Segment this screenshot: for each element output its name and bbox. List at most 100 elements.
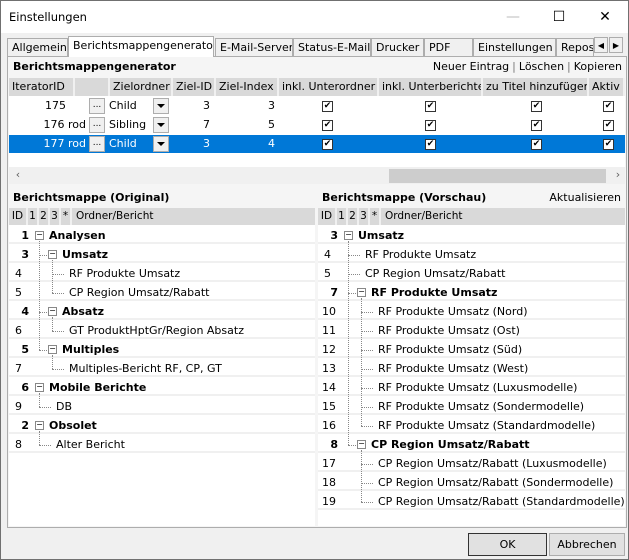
col-level-3[interactable]: 3	[359, 208, 370, 225]
col-level-2[interactable]: 2	[348, 208, 359, 225]
tab-drucker[interactable]: Drucker	[371, 38, 424, 57]
col-level-1[interactable]: 1	[28, 208, 39, 225]
tree-folder-row[interactable]: 5 − Multiples	[9, 341, 315, 358]
tab-einstellungen[interactable]: Einstellungen	[473, 38, 556, 57]
grid-row[interactable]: 175 ... Child 3 3 ✔ ✔ ✔ ✔	[9, 97, 625, 115]
zielordner-dropdown[interactable]	[153, 98, 169, 114]
tree-report-row[interactable]: 10 RF Produkte Umsatz (Nord)	[318, 303, 625, 320]
zielordner-value[interactable]: Sibling	[106, 116, 154, 134]
delete-link[interactable]: Löschen	[519, 60, 564, 73]
cancel-button[interactable]: Abbrechen	[549, 533, 625, 556]
aktiv-checkbox[interactable]: ✔	[603, 101, 614, 112]
zu-titel-checkbox[interactable]: ✔	[531, 120, 542, 131]
tree-report-row[interactable]: 19 CP Region Umsatz/Rabatt (Standardmodel…	[318, 493, 625, 510]
tree-report-row[interactable]: 5 CP Region Umsatz/Rabatt	[318, 265, 625, 282]
tree-report-row[interactable]: 8 Alter Bericht	[9, 436, 315, 453]
tree-folder-row[interactable]: 6− Mobile Berichte	[9, 379, 315, 396]
tab-pdf[interactable]: PDF	[424, 38, 473, 57]
tab-repos[interactable]: Repos	[556, 38, 594, 57]
inkl-unterordner-checkbox[interactable]: ✔	[322, 139, 333, 150]
tab-allgemein[interactable]: Allgemein	[7, 38, 68, 57]
tree-folder-row[interactable]: 3− Umsatz	[9, 246, 315, 263]
zielordner-dropdown[interactable]	[153, 117, 169, 133]
tree-report-row[interactable]: 14 RF Produkte Umsatz (Luxusmodelle)	[318, 379, 625, 396]
copy-link[interactable]: Kopieren	[574, 60, 622, 73]
col-star[interactable]: *	[370, 208, 381, 225]
collapse-icon[interactable]: −	[35, 383, 44, 392]
inkl-unterberichte-checkbox[interactable]: ✔	[425, 101, 436, 112]
tree-folder-row[interactable]: 7 − RF Produkte Umsatz	[318, 284, 625, 301]
tree-folder-row[interactable]: 3− Umsatz	[318, 227, 625, 244]
tree-report-row[interactable]: 6 GT ProduktHptGr/Region Absatz	[9, 322, 315, 339]
col-level-1[interactable]: 1	[337, 208, 348, 225]
tree-report-row[interactable]: 16 RF Produkte Umsatz (Standardmodelle)	[318, 417, 625, 434]
ziel-id[interactable]: 3	[173, 97, 213, 115]
ziel-index[interactable]: 4	[216, 135, 278, 153]
collapse-icon[interactable]: −	[35, 231, 44, 240]
scrollbar-thumb[interactable]	[389, 169, 606, 183]
close-icon[interactable]: ✕	[582, 1, 628, 33]
col-ziel-id[interactable]: Ziel-ID	[173, 78, 216, 96]
tree-report-row[interactable]: 15 RF Produkte Umsatz (Sondermodelle)	[318, 398, 625, 415]
tree-report-row[interactable]: 7 Multiples-Bericht RF, CP, GT	[9, 360, 315, 377]
col-ordner-bericht[interactable]: Ordner/Bericht	[72, 208, 315, 225]
zielordner-dropdown[interactable]	[153, 136, 169, 152]
scroll-left-icon[interactable]: ‹	[11, 168, 25, 183]
zielordner-value[interactable]: Child	[106, 97, 154, 115]
col-star[interactable]: *	[61, 208, 72, 225]
col-id[interactable]: ID	[318, 208, 337, 225]
tree-folder-row[interactable]: 8 − CP Region Umsatz/Rabatt	[318, 436, 625, 453]
new-entry-link[interactable]: Neuer Eintrag	[433, 60, 509, 73]
col-zielordner[interactable]: Zielordner	[110, 78, 173, 96]
col-zu-titel[interactable]: zu Titel hinzufügen	[483, 78, 589, 96]
collapse-icon[interactable]: −	[48, 345, 57, 354]
ellipsis-button[interactable]: ...	[89, 98, 105, 114]
inkl-unterordner-checkbox[interactable]: ✔	[322, 101, 333, 112]
col-level-3[interactable]: 3	[50, 208, 61, 225]
ziel-id[interactable]: 7	[173, 116, 213, 134]
tab-scroll-left-icon[interactable]: ◀	[594, 37, 608, 53]
tab-berichtsmappengenerator[interactable]: Berichtsmappengenerator	[68, 36, 214, 57]
inkl-unterordner-checkbox[interactable]: ✔	[322, 120, 333, 131]
zielordner-value[interactable]: Child	[106, 135, 154, 153]
col-level-2[interactable]: 2	[39, 208, 50, 225]
ellipsis-button[interactable]: ...	[89, 117, 105, 133]
tree-report-row[interactable]: 4 RF Produkte Umsatz	[9, 265, 315, 282]
tab-email-server[interactable]: E-Mail-Server	[215, 38, 293, 57]
zu-titel-checkbox[interactable]: ✔	[531, 139, 542, 150]
refresh-link[interactable]: Aktualisieren	[549, 191, 621, 204]
ellipsis-button[interactable]: ...	[89, 136, 105, 152]
col-ziel-index[interactable]: Ziel-Index	[216, 78, 279, 96]
ziel-id[interactable]: 3	[173, 135, 213, 153]
tab-status-email[interactable]: Status-E-Mail	[293, 38, 371, 57]
col-inkl-unterordner[interactable]: inkl. Unterordner	[279, 78, 379, 96]
col-aktiv[interactable]: Aktiv	[589, 78, 625, 96]
zu-titel-checkbox[interactable]: ✔	[531, 101, 542, 112]
maximize-icon[interactable]: ☐	[536, 1, 582, 33]
collapse-icon[interactable]: −	[48, 307, 57, 316]
scroll-right-icon[interactable]: ›	[611, 168, 625, 183]
tree-report-row[interactable]: 4 RF Produkte Umsatz	[318, 246, 625, 263]
col-blank[interactable]	[75, 78, 110, 96]
collapse-icon[interactable]: −	[357, 440, 366, 449]
inkl-unterberichte-checkbox[interactable]: ✔	[425, 120, 436, 131]
col-inkl-unterberichte[interactable]: inkl. Unterberichte	[379, 78, 483, 96]
collapse-icon[interactable]: −	[35, 421, 44, 430]
tab-scroll-right-icon[interactable]: ▶	[609, 37, 623, 53]
col-ordner-bericht[interactable]: Ordner/Bericht	[381, 208, 625, 225]
ziel-index[interactable]: 3	[216, 97, 278, 115]
grid-row[interactable]: 176 rod ... Sibling 7 5 ✔ ✔ ✔ ✔	[9, 116, 625, 134]
ok-button[interactable]: OK	[468, 533, 547, 556]
tree-report-row[interactable]: 17 CP Region Umsatz/Rabatt (Luxusmodelle)	[318, 455, 625, 472]
tree-folder-row[interactable]: 4 − Absatz	[9, 303, 315, 320]
tree-report-row[interactable]: 11 RF Produkte Umsatz (Ost)	[318, 322, 625, 339]
tree-folder-row[interactable]: 2− Obsolet	[9, 417, 315, 434]
tree-report-row[interactable]: 13 RF Produkte Umsatz (West)	[318, 360, 625, 377]
tree-report-row[interactable]: 18 CP Region Umsatz/Rabatt (Sondermodelle…	[318, 474, 625, 491]
minimize-icon[interactable]: —	[490, 1, 536, 33]
grid-row-selected[interactable]: 177 rod ... Child 3 4 ✔ ✔ ✔ ✔	[9, 135, 625, 153]
tree-report-row[interactable]: 12 RF Produkte Umsatz (Süd)	[318, 341, 625, 358]
inkl-unterberichte-checkbox[interactable]: ✔	[425, 139, 436, 150]
aktiv-checkbox[interactable]: ✔	[603, 120, 614, 131]
tree-report-row[interactable]: 5 CP Region Umsatz/Rabatt	[9, 284, 315, 301]
